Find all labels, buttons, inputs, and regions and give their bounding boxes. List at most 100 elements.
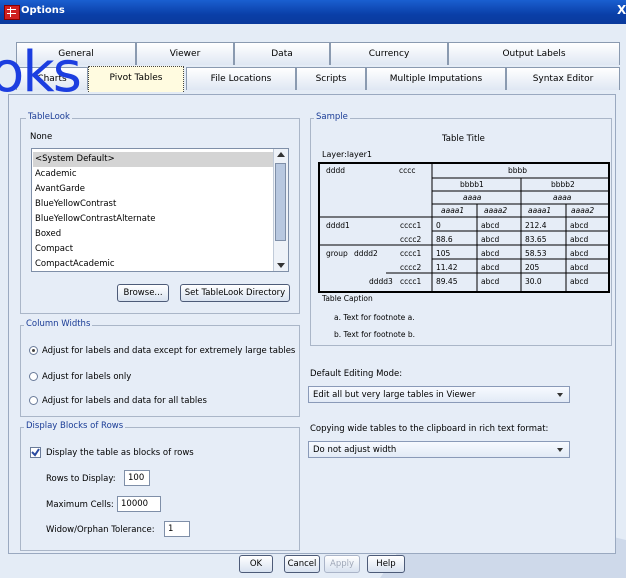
sample-abcd-1: abcd xyxy=(481,221,500,230)
list-item[interactable]: CompactAcademic xyxy=(33,257,275,271)
rows-to-display-label: Rows to Display: xyxy=(46,474,116,484)
editing-mode-dropdown[interactable]: Edit all but very large tables in Viewer xyxy=(308,386,570,403)
apply-button[interactable]: Apply xyxy=(324,555,360,573)
tab-multiple-imputations[interactable]: Multiple Imputations xyxy=(366,67,506,90)
tab-output-labels[interactable]: Output Labels xyxy=(448,42,620,65)
display-blocks-group-label: Display Blocks of Rows xyxy=(24,421,126,431)
cancel-button[interactable]: Cancel xyxy=(284,555,320,573)
sample-caption: Table Caption xyxy=(322,294,373,303)
chevron-down-icon xyxy=(557,448,563,452)
title-bar[interactable]: Options X xyxy=(0,0,626,24)
checkmark-icon xyxy=(31,448,40,457)
column-widths-option-0[interactable]: Adjust for labels and data except for ex… xyxy=(42,346,295,356)
list-item[interactable]: Boxed xyxy=(33,227,275,242)
sample-v3: 105 xyxy=(436,249,451,258)
close-button[interactable]: X xyxy=(617,3,626,17)
ok-button[interactable]: OK xyxy=(239,555,273,573)
list-item[interactable]: <System Default> xyxy=(33,152,275,167)
sample-group-label: Sample xyxy=(314,112,350,122)
tablelook-group-label: TableLook xyxy=(26,112,72,122)
display-blocks-checkbox[interactable] xyxy=(30,447,41,458)
list-item[interactable]: AvantGarde xyxy=(33,182,275,197)
set-tablelook-directory-button[interactable]: Set TableLook Directory xyxy=(180,284,290,302)
sample-footnote-a: a. Text for footnote a. xyxy=(334,313,415,322)
display-blocks-label[interactable]: Display the table as blocks of rows xyxy=(46,448,194,458)
column-widths-option-2[interactable]: Adjust for labels and data for all table… xyxy=(42,396,207,406)
window-title: Options xyxy=(21,5,65,16)
sample-h-bbbb1: bbbb1 xyxy=(460,180,484,189)
sample-v4: 11.42 xyxy=(436,263,458,272)
scroll-thumb[interactable] xyxy=(275,163,286,241)
sample-h-aaaa1-b: aaaa1 xyxy=(528,206,552,215)
sample-h-aaaa2: aaaa2 xyxy=(484,206,508,215)
browse-button[interactable]: Browse... xyxy=(117,284,169,302)
list-item[interactable]: Compact xyxy=(33,242,275,257)
widow-orphan-label: Widow/Orphan Tolerance: xyxy=(46,525,155,535)
copying-label: Copying wide tables to the clipboard in … xyxy=(310,424,549,434)
rows-to-display-input[interactable]: 100 xyxy=(124,470,150,486)
sample-h-dddd: dddd xyxy=(326,166,346,175)
tab-data[interactable]: Data xyxy=(234,42,330,65)
tablelook-list[interactable]: <System Default> Academic AvantGarde Blu… xyxy=(31,148,289,272)
sample-c1: cccc1 xyxy=(400,221,422,230)
sample-abcd-2: abcd xyxy=(481,235,500,244)
sample-v5: 89.45 xyxy=(436,277,458,286)
sample-abcd-4: abcd xyxy=(481,263,500,272)
tab-pivot-tables[interactable]: Pivot Tables xyxy=(88,66,184,92)
tab-file-locations[interactable]: File Locations xyxy=(186,67,296,90)
sample-w5: 30.0 xyxy=(525,277,542,286)
maximum-cells-label: Maximum Cells: xyxy=(46,500,114,510)
watermark-text: oks xyxy=(0,40,82,105)
sample-c5: cccc1 xyxy=(400,277,422,286)
column-widths-group-label: Column Widths xyxy=(24,319,93,329)
sample-w1: 212.4 xyxy=(525,221,547,230)
column-widths-radio-2[interactable] xyxy=(29,396,38,405)
sample-v1: 0 xyxy=(436,221,441,230)
sample-w4: 205 xyxy=(525,263,540,272)
column-widths-option-1[interactable]: Adjust for labels only xyxy=(42,372,131,382)
tab-syntax-editor[interactable]: Syntax Editor xyxy=(506,67,620,90)
sample-c4: cccc2 xyxy=(400,263,422,272)
sample-h-aaaa2-b: aaaa2 xyxy=(571,206,595,215)
editing-mode-value: Edit all but very large tables in Viewer xyxy=(313,390,476,400)
list-item[interactable]: BlueYellowContrastAlternate xyxy=(33,212,275,227)
editing-mode-label: Default Editing Mode: xyxy=(310,369,403,379)
chevron-down-icon xyxy=(557,393,563,397)
list-scrollbar[interactable] xyxy=(273,149,288,271)
sample-table-title: Table Title xyxy=(442,134,485,144)
sample-h-bbbb: bbbb xyxy=(508,166,528,175)
scroll-up-icon[interactable] xyxy=(277,152,285,157)
widow-orphan-input[interactable]: 1 xyxy=(164,521,190,537)
list-item[interactable]: Academic xyxy=(33,167,275,182)
sample-abcd-9: abcd xyxy=(570,263,589,272)
sample-h-aaaa-2: aaaa xyxy=(553,193,572,202)
tablelook-current: None xyxy=(30,132,53,142)
help-button[interactable]: Help xyxy=(367,555,405,573)
sample-w2: 83.65 xyxy=(525,235,547,244)
copying-value: Do not adjust width xyxy=(313,445,397,455)
sample-r-dddd1: dddd1 xyxy=(326,221,350,230)
list-item[interactable]: BlueYellowContrast xyxy=(33,197,275,212)
sample-abcd-8: abcd xyxy=(570,249,589,258)
sample-abcd-10: abcd xyxy=(570,277,589,286)
sample-h-aaaa1: aaaa1 xyxy=(441,206,465,215)
scroll-down-icon[interactable] xyxy=(277,263,285,268)
tab-scripts[interactable]: Scripts xyxy=(296,67,366,90)
sample-abcd-5: abcd xyxy=(481,277,500,286)
maximum-cells-input[interactable]: 10000 xyxy=(117,496,161,512)
sample-r-group: group xyxy=(326,249,348,258)
sample-h-aaaa: aaaa xyxy=(463,193,482,202)
tab-currency[interactable]: Currency xyxy=(330,42,448,65)
tab-viewer[interactable]: Viewer xyxy=(136,42,234,65)
sample-c3: cccc1 xyxy=(400,249,422,258)
sample-abcd-6: abcd xyxy=(570,221,589,230)
sample-r-dddd2: dddd2 xyxy=(354,249,378,258)
sample-v2: 88.6 xyxy=(436,235,453,244)
column-widths-radio-0[interactable] xyxy=(29,346,38,355)
sample-h-bbbb2: bbbb2 xyxy=(551,180,575,189)
sample-abcd-3: abcd xyxy=(481,249,500,258)
copying-dropdown[interactable]: Do not adjust width xyxy=(308,441,570,458)
options-grid-icon xyxy=(4,5,20,20)
column-widths-radio-1[interactable] xyxy=(29,372,38,381)
sample-abcd-7: abcd xyxy=(570,235,589,244)
